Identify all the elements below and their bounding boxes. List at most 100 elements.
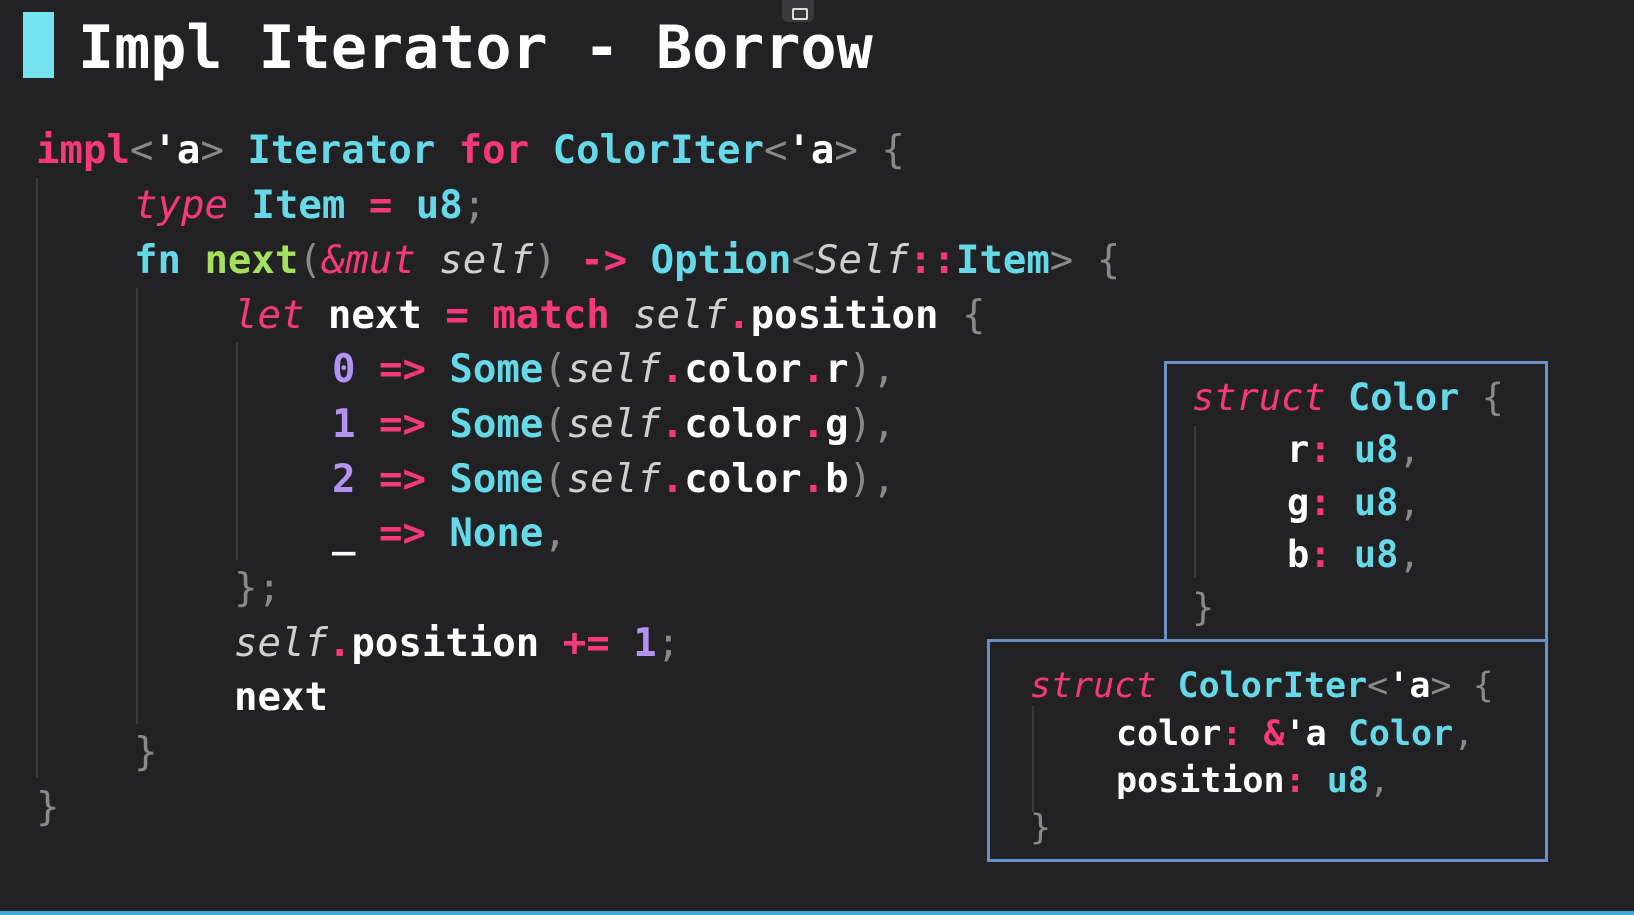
code-token: => xyxy=(378,347,426,392)
code-token: _ xyxy=(332,511,356,556)
code-token: 1 xyxy=(633,621,657,666)
code-token: fn xyxy=(134,238,181,283)
code-token: u8 xyxy=(1353,533,1399,576)
code-token: 0 xyxy=(332,347,356,392)
code-token: Option xyxy=(650,238,792,283)
code-token: color xyxy=(684,347,802,392)
code-token: next xyxy=(304,293,446,338)
code-token: : xyxy=(1309,481,1332,524)
code-token: ), xyxy=(848,347,896,392)
code-token: { xyxy=(881,128,905,173)
code-token: } xyxy=(36,785,60,830)
code-token: => xyxy=(378,457,426,502)
code-token: self xyxy=(566,402,661,447)
indent-guide xyxy=(1194,426,1196,578)
code-token: } xyxy=(1030,808,1052,848)
code-token: : xyxy=(1309,428,1332,471)
code-token: } xyxy=(1192,586,1215,629)
code-line: fn next(&mut self) -> Option<Self::Item>… xyxy=(134,233,1120,289)
code-token: 'a xyxy=(787,128,835,173)
code-token: = xyxy=(445,293,469,338)
code-token: . xyxy=(801,402,826,447)
code-token: Item xyxy=(251,183,346,228)
slide: Impl Iterator - Borrow impl<'a> Iterator… xyxy=(0,0,1634,915)
code-line: next xyxy=(234,670,328,726)
code-token: impl xyxy=(36,128,130,173)
code-token: g xyxy=(1287,481,1310,524)
code-token: self xyxy=(566,347,661,392)
code-token: = xyxy=(368,183,393,228)
code-token: self xyxy=(633,293,728,338)
code-token: . xyxy=(660,457,685,502)
code-token: : xyxy=(1221,714,1243,754)
slide-title: Impl Iterator - Borrow xyxy=(78,13,873,83)
code-token: self xyxy=(439,238,534,283)
code-token: & xyxy=(1263,714,1285,754)
code-token: { xyxy=(1472,666,1494,706)
code-token: ), xyxy=(848,402,896,447)
code-token: ColorIter xyxy=(1177,666,1368,706)
code-token: next xyxy=(204,238,299,283)
code-token: u8 xyxy=(1353,428,1399,471)
code-token: ( xyxy=(298,238,322,283)
code-token: Some xyxy=(449,402,544,447)
code-token: , xyxy=(543,511,567,556)
progress-bar xyxy=(0,911,1634,915)
indent-guide xyxy=(236,342,238,560)
code-token: self xyxy=(566,457,661,502)
code-line: } xyxy=(36,780,59,836)
code-line: _ => None, xyxy=(332,506,567,562)
code-token: < xyxy=(791,238,815,283)
code-token: += xyxy=(562,621,610,666)
code-line: self.position += 1; xyxy=(234,616,680,672)
code-token: ) xyxy=(533,238,557,283)
code-token: { xyxy=(1481,376,1504,419)
code-token: r xyxy=(825,347,849,392)
code-token: > xyxy=(200,128,224,173)
code-token: 'a xyxy=(1284,714,1327,754)
code-token: > xyxy=(1430,666,1452,706)
code-token: color xyxy=(684,457,802,502)
code-token: , xyxy=(1398,428,1421,471)
code-token: self xyxy=(234,621,328,666)
code-line: type Item = u8; xyxy=(134,178,486,234)
code-token: b xyxy=(825,457,849,502)
color-struct-box: struct Color {r: u8, g: u8, b: u8,} xyxy=(1164,361,1548,643)
code-token: None xyxy=(449,511,544,556)
code-token: Color xyxy=(1347,714,1454,754)
code-line: }; xyxy=(234,561,281,617)
code-token: : xyxy=(1284,761,1306,801)
code-token: r xyxy=(1287,428,1310,471)
code-token: position xyxy=(351,621,563,666)
code-token: b xyxy=(1287,533,1310,576)
code-token: 'a xyxy=(153,128,201,173)
code-token: => xyxy=(378,402,426,447)
code-line: 1 => Some(self.color.g), xyxy=(332,397,896,453)
code-token: position xyxy=(1116,761,1285,801)
code-token: , xyxy=(1368,761,1390,801)
code-token: ( xyxy=(543,457,567,502)
code-line: impl<'a> Iterator for ColorIter<'a> { xyxy=(36,123,905,179)
code-token: : xyxy=(1309,533,1332,576)
title-accent-bar xyxy=(23,12,54,78)
code-line: position: u8, xyxy=(1116,753,1390,809)
